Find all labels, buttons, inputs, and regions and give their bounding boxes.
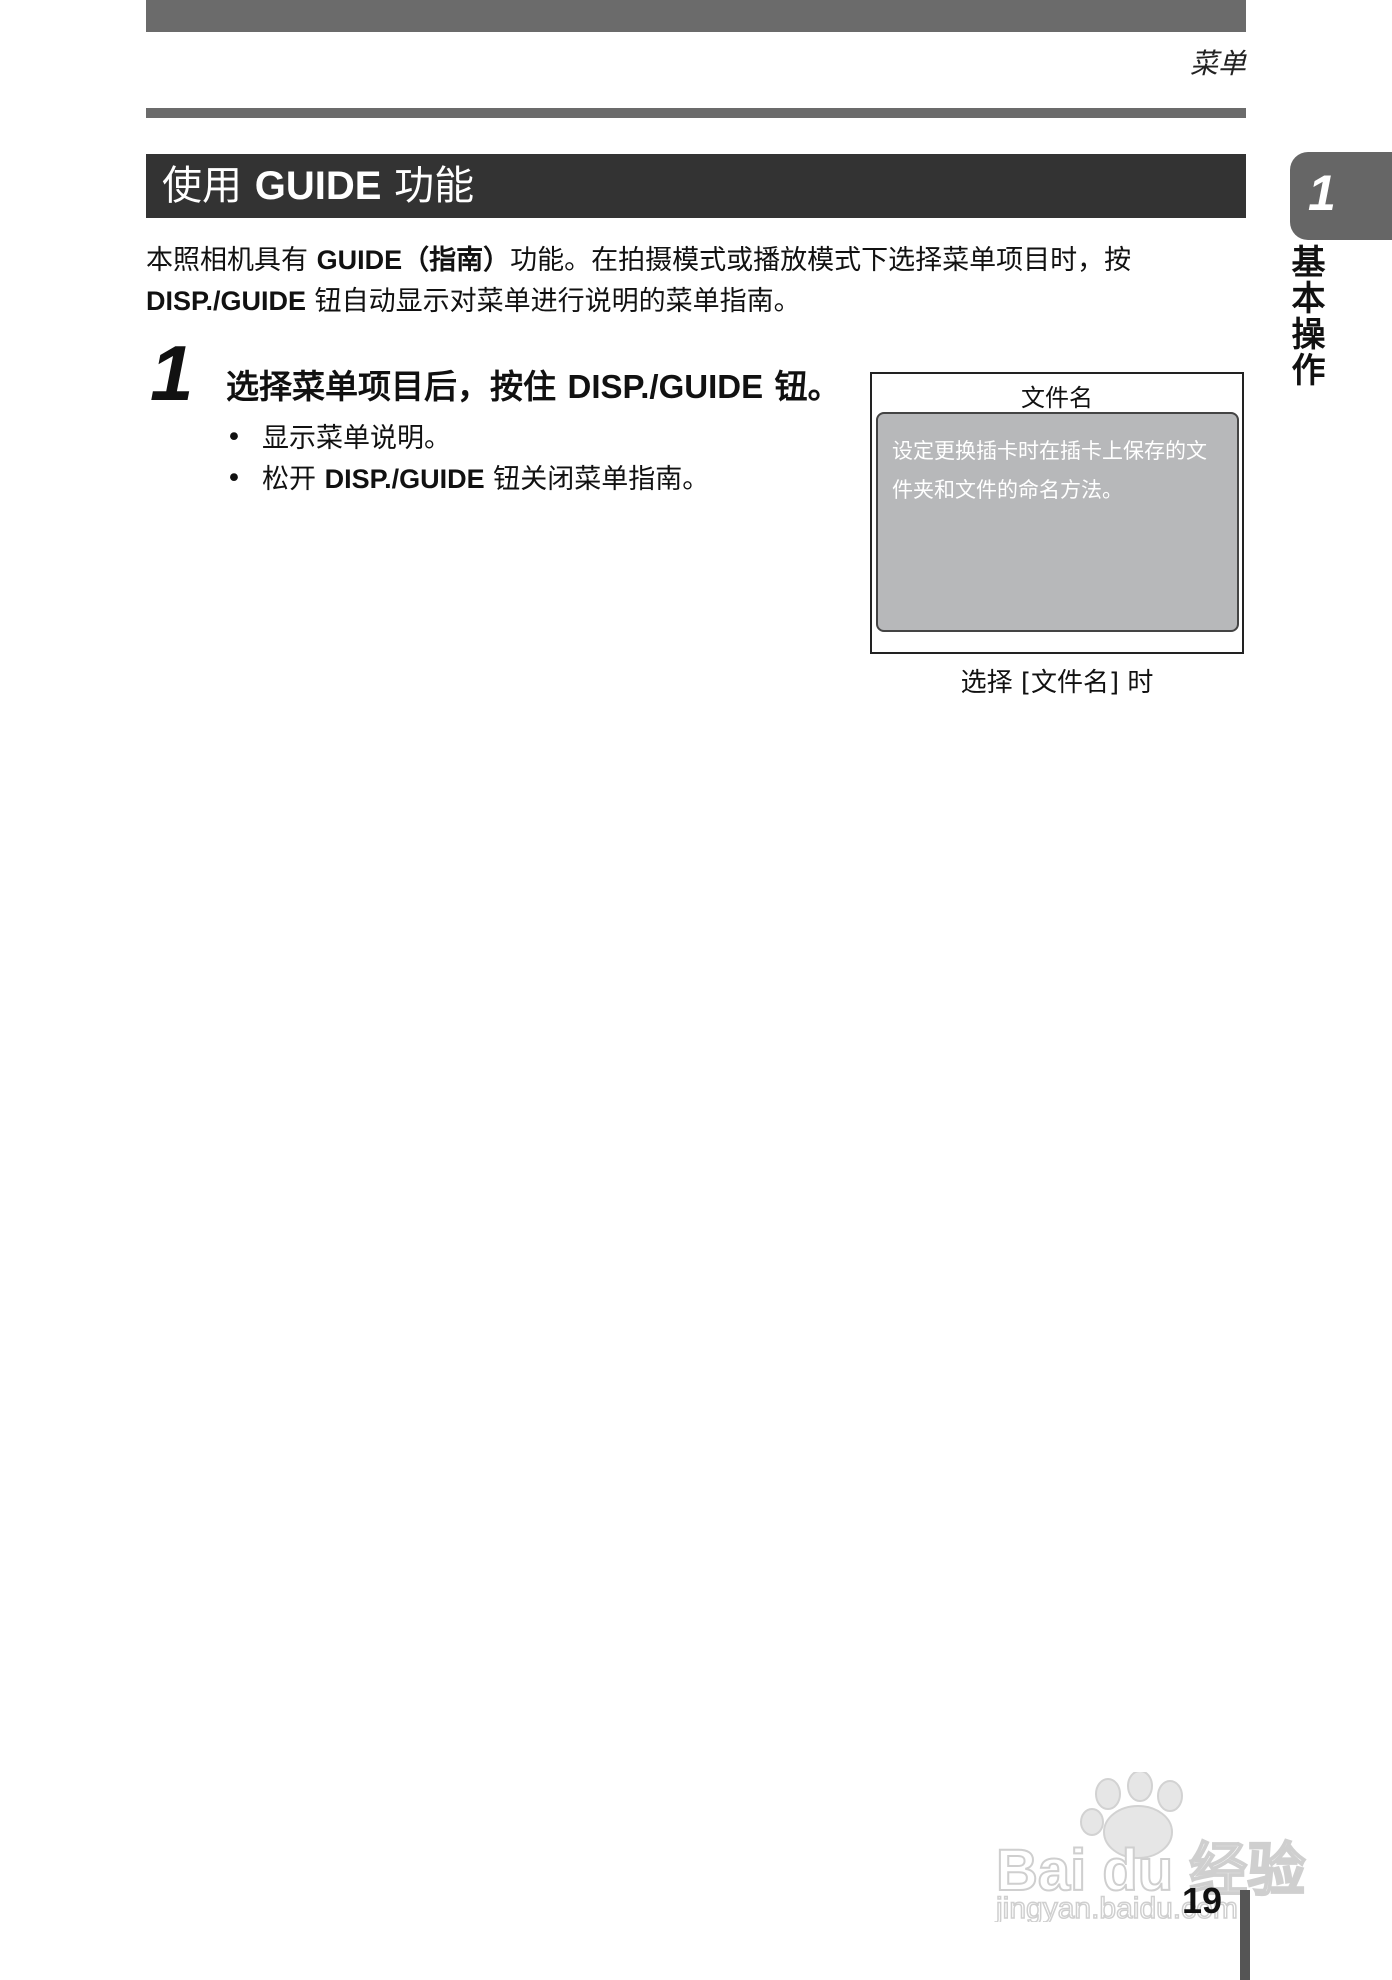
screen-title: 文件名 xyxy=(1021,384,1093,412)
chapter-label: 基本操作 xyxy=(1285,244,1325,388)
page-number: 19 xyxy=(1182,1880,1223,1921)
section-title-suffix: 功能 xyxy=(394,163,475,209)
list-item: • 松开 DISP./GUIDE 钮关闭菜单指南。 xyxy=(226,459,709,500)
bullet-dot: • xyxy=(226,422,242,453)
intro-text-2: 功能。在拍摄模式或播放模式下选择菜单项目时，按 xyxy=(510,245,1132,276)
step-heading-post: 钮。 xyxy=(763,367,841,406)
bullet-text-post: 钮关闭菜单指南。 xyxy=(484,464,710,495)
step-heading-bold: DISP./GUIDE xyxy=(567,368,764,405)
bullet-dot: • xyxy=(226,463,242,494)
chapter-tab: 1 xyxy=(1290,152,1392,240)
intro-paragraph: 本照相机具有 GUIDE（指南）功能。在拍摄模式或播放模式下选择菜单项目时，按 D… xyxy=(146,240,1246,322)
list-item: • 显示菜单说明。 xyxy=(226,418,709,459)
baidu-watermark: Bai du 经验 jingyan.baidu.com xyxy=(994,1772,1306,1922)
section-title-prefix: 使用 xyxy=(162,163,242,209)
intro-text-1: 本照相机具有 xyxy=(146,245,317,276)
guide-panel: 设定更换插卡时在插卡上保存的文件夹和文件的命名方法。 xyxy=(876,412,1239,632)
intro-text-3: 钮自动显示对菜单进行说明的菜单指南。 xyxy=(306,286,801,317)
step-heading: 选择菜单项目后，按住 DISP./GUIDE 钮。 xyxy=(226,360,841,408)
bullet-text: 显示菜单说明。 xyxy=(262,423,451,454)
intro-bold-zhinan: （指南） xyxy=(402,245,511,276)
screen-caption: 选择 [文件名] 时 xyxy=(960,668,1154,698)
page-number-bar xyxy=(1240,1890,1250,1980)
intro-bold-disp-guide: DISP./GUIDE xyxy=(146,286,307,316)
chapter-number: 1 xyxy=(1308,165,1336,221)
running-header: 菜单 xyxy=(1189,47,1246,80)
step-number: 1 xyxy=(150,329,194,417)
section-title-bold: GUIDE xyxy=(254,164,382,208)
header-rule xyxy=(146,108,1246,118)
bullet-list: • 显示菜单说明。 • 松开 DISP./GUIDE 钮关闭菜单指南。 xyxy=(226,418,709,500)
camera-screen-illustration: 文件名 设定更换插卡时在插卡上保存的文件夹和文件的命名方法。 xyxy=(870,372,1244,654)
top-decor-bar xyxy=(146,0,1246,32)
bullet-bold: DISP./GUIDE xyxy=(324,464,485,494)
step-heading-pre: 选择菜单项目后，按住 xyxy=(226,367,568,406)
guide-text: 设定更换插卡时在插卡上保存的文件夹和文件的命名方法。 xyxy=(892,439,1207,502)
section-title: 使用 GUIDE 功能 xyxy=(146,154,1246,218)
bullet-text: 松开 xyxy=(262,464,325,495)
intro-bold-guide: GUIDE xyxy=(316,245,403,275)
